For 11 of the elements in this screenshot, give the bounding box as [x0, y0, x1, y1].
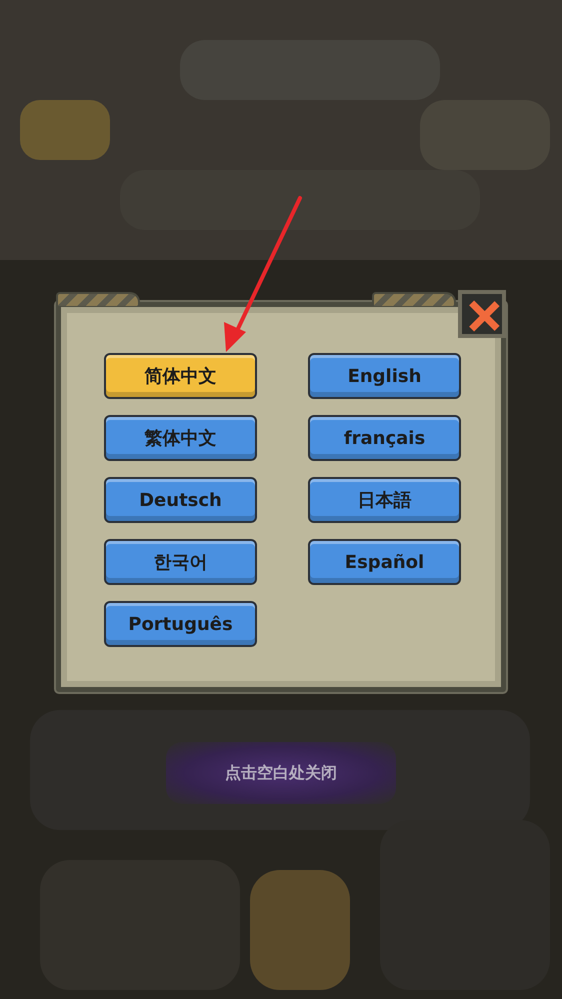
language-button[interactable]: 日本語: [308, 477, 461, 523]
language-button[interactable]: Deutsch: [104, 477, 257, 523]
language-button[interactable]: français: [308, 415, 461, 461]
dismiss-hint[interactable]: 点击空白处关闭: [166, 742, 396, 804]
language-button[interactable]: 繁体中文: [104, 415, 257, 461]
close-button[interactable]: [458, 290, 506, 338]
language-button[interactable]: 한국어: [104, 539, 257, 585]
language-button[interactable]: Português: [104, 601, 257, 647]
language-button[interactable]: English: [308, 353, 461, 399]
language-button[interactable]: Español: [308, 539, 461, 585]
language-button[interactable]: 简体中文: [104, 353, 257, 399]
